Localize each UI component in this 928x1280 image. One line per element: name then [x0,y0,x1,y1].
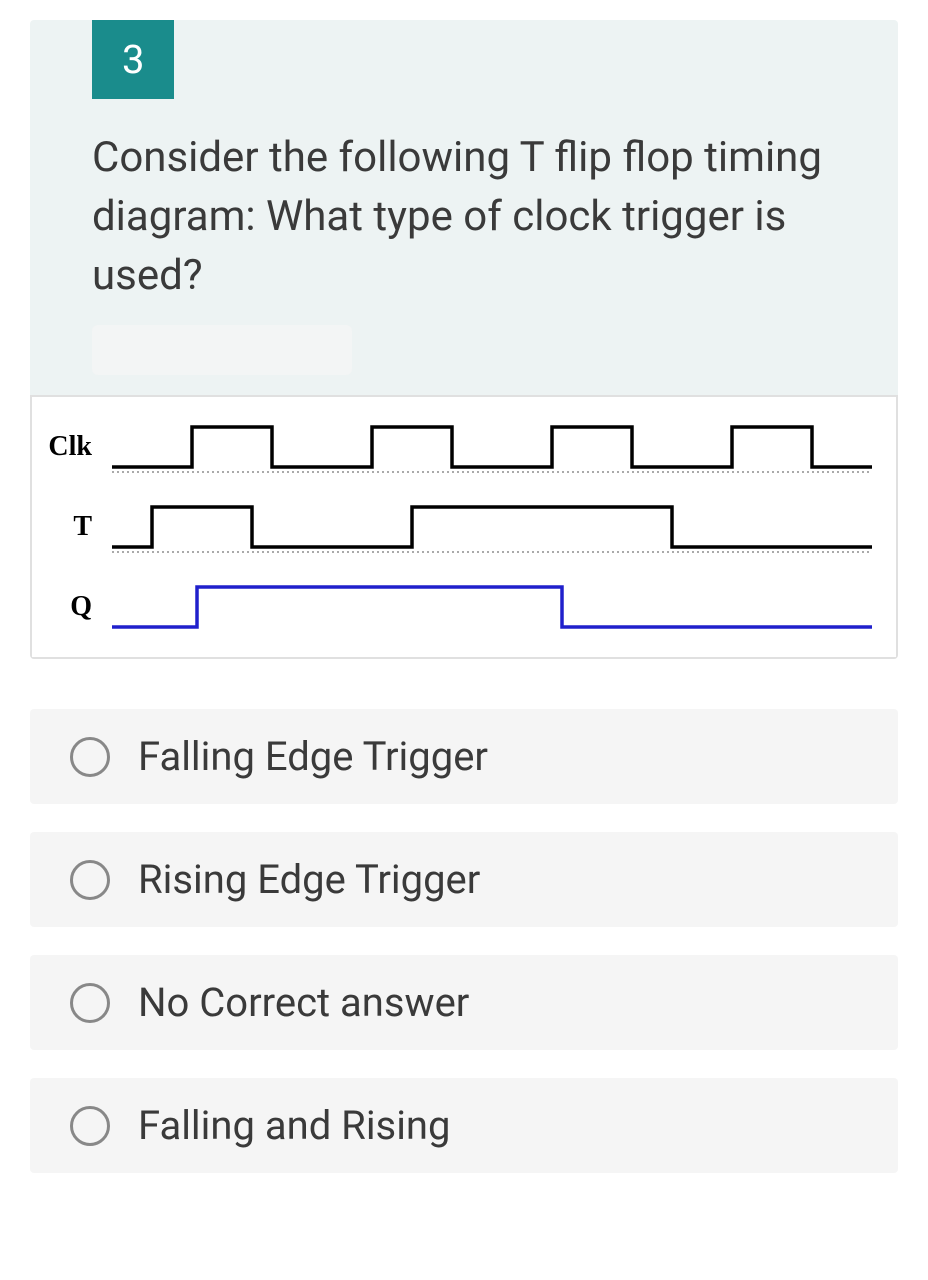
option-falling-rising[interactable]: Falling and Rising [30,1078,898,1173]
option-label: No Correct answer [138,979,469,1026]
options-list: Falling Edge Trigger Rising Edge Trigger… [30,709,898,1173]
t-waveform [112,487,872,567]
question-number-badge: 3 [92,20,174,99]
radio-icon [70,1106,110,1146]
signal-label-q: Q [32,591,92,623]
question-card: 3 Consider the following T flip flop tim… [30,20,898,659]
option-rising-edge[interactable]: Rising Edge Trigger [30,832,898,927]
signal-label-t: T [32,511,92,543]
radio-icon [70,983,110,1023]
timing-diagram: Clk T Q [30,395,898,659]
question-text: Consider the following T flip flop timin… [30,99,898,325]
q-waveform [112,567,872,647]
option-label: Rising Edge Trigger [138,856,480,903]
obscured-region [92,325,352,375]
signal-row-clk: Clk [32,407,896,487]
option-falling-edge[interactable]: Falling Edge Trigger [30,709,898,804]
radio-icon [70,737,110,777]
option-label: Falling and Rising [138,1102,450,1149]
option-label: Falling Edge Trigger [138,733,488,780]
signal-row-t: T [32,487,896,567]
option-no-correct[interactable]: No Correct answer [30,955,898,1050]
signal-row-q: Q [32,567,896,647]
signal-label-clk: Clk [32,431,92,463]
clk-waveform [112,407,872,487]
radio-icon [70,860,110,900]
